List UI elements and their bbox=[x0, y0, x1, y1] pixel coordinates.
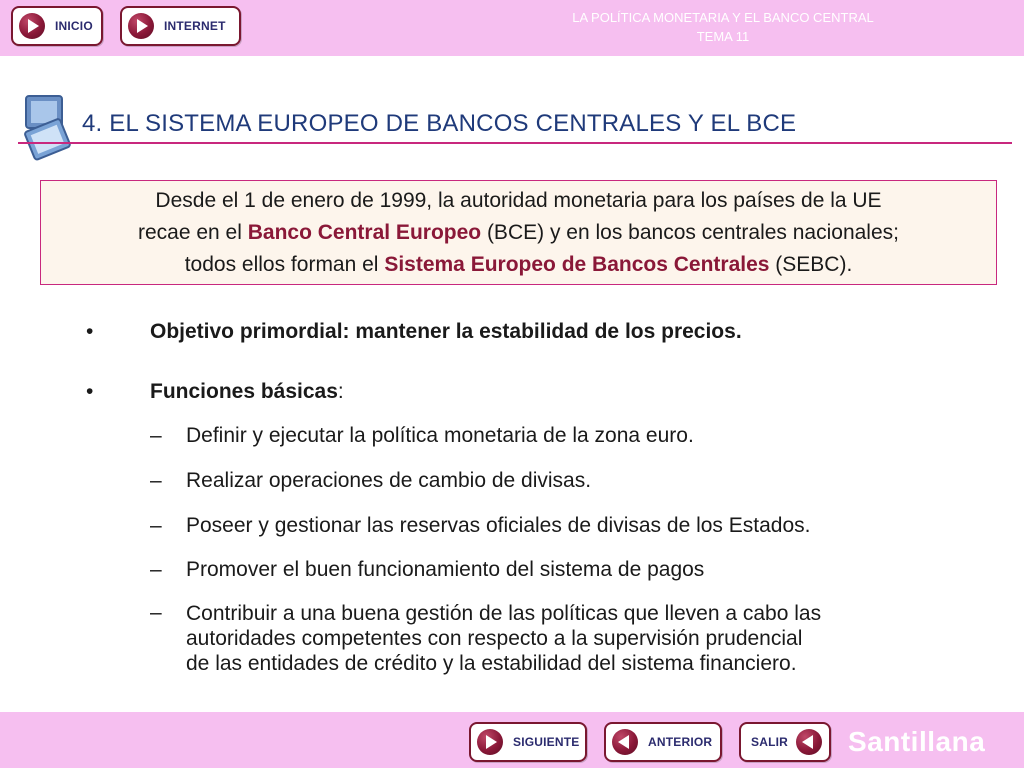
dash-marker: – bbox=[150, 601, 162, 624]
play-right-icon bbox=[128, 13, 154, 39]
info-box: Desde el 1 de enero de 1999, la autorida… bbox=[40, 180, 997, 285]
functions-colon: : bbox=[337, 380, 344, 403]
list-item-text: Contribuir a una buena gestión de las po… bbox=[186, 601, 821, 676]
dash-marker: – bbox=[150, 514, 162, 537]
bce-highlight: Banco Central Europeo bbox=[247, 221, 482, 244]
info-text: todos ellos forman el bbox=[184, 253, 385, 276]
list-item-line: de las entidades de crédito y la estabil… bbox=[186, 652, 797, 675]
list-item-text: Promover el buen funcionamiento del sist… bbox=[186, 558, 705, 581]
presentation-title-line1: LA POLÍTICA MONETARIA Y EL BANCO CENTRAL bbox=[572, 10, 874, 25]
bullet-marker: • bbox=[86, 320, 94, 343]
functions-heading: Funciones básicas: bbox=[150, 380, 344, 404]
info-text: recae en el bbox=[137, 221, 248, 244]
list-item-line: Contribuir a una buena gestión de las po… bbox=[186, 602, 822, 625]
functions-label: Funciones básicas bbox=[150, 380, 338, 403]
info-line-1: Desde el 1 de enero de 1999, la autorida… bbox=[155, 189, 882, 212]
next-label: SIGUIENTE bbox=[513, 735, 580, 749]
brand-logo: Santillana bbox=[848, 726, 986, 757]
internet-button[interactable]: INTERNET bbox=[120, 6, 241, 46]
sebc-highlight: Sistema Europeo de Bancos Centrales bbox=[384, 253, 770, 276]
internet-label: INTERNET bbox=[164, 19, 226, 33]
list-item-text: Poseer y gestionar las reservas oficiale… bbox=[186, 514, 811, 537]
next-button[interactable]: SIGUIENTE bbox=[469, 722, 587, 762]
list-item-line: autoridades competentes con respecto a l… bbox=[186, 627, 803, 650]
info-text: (BCE) y en los bancos centrales nacional… bbox=[481, 221, 899, 244]
list-item-text: Realizar operaciones de cambio de divisa… bbox=[186, 469, 592, 492]
exit-label: SALIR bbox=[751, 735, 788, 749]
section-heading: 4. EL SISTEMA EUROPEO DE BANCOS CENTRALE… bbox=[82, 110, 797, 137]
monitor-icon bbox=[24, 95, 71, 161]
inicio-label: INICIO bbox=[55, 19, 93, 33]
info-line-3: todos ellos forman el Sistema Europeo de… bbox=[41, 249, 996, 281]
play-right-icon bbox=[19, 13, 45, 39]
objective-text: Objetivo primordial: mantener la estabil… bbox=[150, 320, 742, 343]
play-right-icon bbox=[477, 729, 503, 755]
dash-marker: – bbox=[150, 558, 162, 581]
play-left-icon bbox=[796, 729, 822, 755]
previous-label: ANTERIOR bbox=[648, 735, 713, 749]
previous-button[interactable]: ANTERIOR bbox=[604, 722, 722, 762]
presentation-topic: TEMA 11 bbox=[696, 29, 750, 44]
dash-marker: – bbox=[150, 424, 162, 447]
presentation-title: LA POLÍTICA MONETARIA Y EL BANCO CENTRAL… bbox=[480, 8, 966, 46]
info-line-2: recae en el Banco Central Europeo (BCE) … bbox=[41, 217, 996, 249]
list-item-text: Definir y ejecutar la política monetaria… bbox=[186, 424, 694, 447]
play-left-icon bbox=[612, 729, 638, 755]
bullet-marker: • bbox=[86, 380, 94, 403]
dash-marker: – bbox=[150, 469, 162, 492]
info-text: (SEBC). bbox=[769, 253, 853, 276]
inicio-button[interactable]: INICIO bbox=[11, 6, 103, 46]
heading-divider bbox=[18, 142, 1012, 144]
exit-button[interactable]: SALIR bbox=[739, 722, 831, 762]
